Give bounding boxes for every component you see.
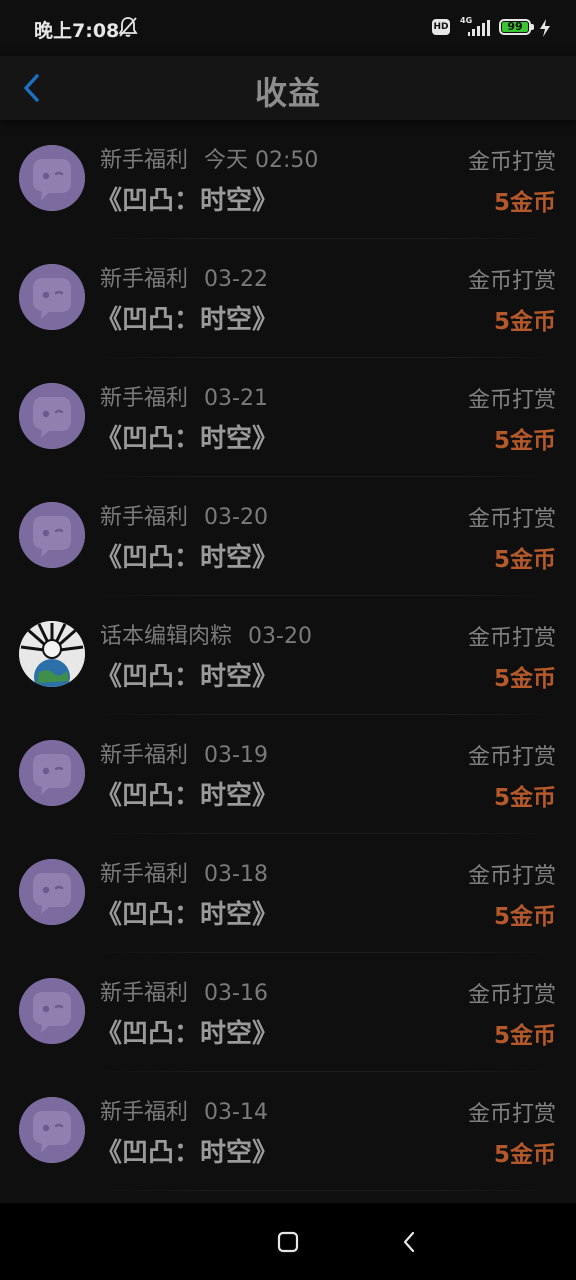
chat-bot-icon xyxy=(19,859,85,925)
row-divider xyxy=(96,1190,556,1191)
chat-bot-icon xyxy=(19,502,85,568)
work-title: 《凹凸：时空》 xyxy=(96,186,279,216)
top-app-bar: 收益 xyxy=(0,56,576,120)
square-home-icon[interactable] xyxy=(277,1231,299,1253)
earning-record-row-2[interactable]: 新手福利 03-22 《凹凸：时空》 金币打赏 5金币 xyxy=(0,239,576,358)
reward-type: 金币打赏 xyxy=(467,150,556,175)
record-date: 03-21 xyxy=(204,386,268,411)
signal-icon xyxy=(468,20,490,36)
reward-amount: 5金币 xyxy=(493,547,556,573)
reward-type: 金币打赏 xyxy=(467,507,556,532)
record-date: 03-14 xyxy=(204,1100,268,1125)
reward-amount: 5金币 xyxy=(493,1023,556,1049)
sender-name: 新手福利 xyxy=(100,505,189,530)
chat-bot-avatar[interactable] xyxy=(19,740,85,806)
sender-name: 新手福利 xyxy=(100,148,189,173)
chat-bot-avatar[interactable] xyxy=(19,383,85,449)
reward-amount: 5金币 xyxy=(493,785,556,811)
chat-bot-avatar[interactable] xyxy=(19,978,85,1044)
chat-bot-avatar[interactable] xyxy=(19,859,85,925)
reward-amount: 5金币 xyxy=(493,190,556,216)
status-time: 晚上7:08 xyxy=(34,20,120,42)
work-title: 《凹凸：时空》 xyxy=(96,781,279,811)
record-date: 03-16 xyxy=(204,981,268,1006)
reward-type: 金币打赏 xyxy=(467,626,556,651)
record-meta: 新手福利 03-16 xyxy=(100,975,268,1007)
earning-record-row-1[interactable]: 新手福利 今天 02:50 《凹凸：时空》 金币打赏 5金币 xyxy=(0,120,576,239)
bell-off-icon xyxy=(118,17,138,37)
chat-bot-icon xyxy=(19,740,85,806)
sender-name: 新手福利 xyxy=(100,386,189,411)
sender-name: 话本编辑肉粽 xyxy=(100,624,233,649)
earning-record-row-9[interactable]: 新手福利 03-14 《凹凸：时空》 金币打赏 5金币 xyxy=(0,1072,576,1191)
earning-record-row-4[interactable]: 新手福利 03-20 《凹凸：时空》 金币打赏 5金币 xyxy=(0,477,576,596)
record-date: 03-20 xyxy=(204,505,268,530)
work-title: 《凹凸：时空》 xyxy=(96,1019,279,1049)
reward-type: 金币打赏 xyxy=(467,388,556,413)
work-title: 《凹凸：时空》 xyxy=(96,1138,279,1168)
sender-name: 新手福利 xyxy=(100,743,189,768)
record-meta: 新手福利 今天 02:50 xyxy=(100,142,318,174)
reward-amount: 5金币 xyxy=(493,904,556,930)
reward-type: 金币打赏 xyxy=(467,1102,556,1127)
chat-bot-avatar[interactable] xyxy=(19,145,85,211)
work-title: 《凹凸：时空》 xyxy=(96,305,279,335)
record-meta: 新手福利 03-18 xyxy=(100,856,268,888)
record-date: 今天 02:50 xyxy=(204,148,319,173)
sender-name: 新手福利 xyxy=(100,1100,189,1125)
editor-photo-avatar[interactable] xyxy=(19,621,85,687)
chat-bot-icon xyxy=(19,1097,85,1163)
battery-level: 99 xyxy=(507,20,523,33)
chat-bot-avatar[interactable] xyxy=(19,264,85,330)
chat-bot-icon xyxy=(19,978,85,1044)
reward-amount: 5金币 xyxy=(493,666,556,692)
chat-bot-icon xyxy=(19,145,85,211)
chat-bot-avatar[interactable] xyxy=(19,1097,85,1163)
record-meta: 新手福利 03-19 xyxy=(100,737,268,769)
record-meta: 话本编辑肉粽 03-20 xyxy=(100,618,312,650)
charging-icon xyxy=(540,19,550,37)
sender-name: 新手福利 xyxy=(100,862,189,887)
reward-type: 金币打赏 xyxy=(467,983,556,1008)
record-meta: 新手福利 03-20 xyxy=(100,499,268,531)
reward-amount: 5金币 xyxy=(493,309,556,335)
editor-photo-icon xyxy=(19,621,85,687)
battery-icon: 99 xyxy=(499,19,531,35)
battery-cap xyxy=(531,24,534,30)
hd-badge: HD xyxy=(432,19,450,35)
work-title: 《凹凸：时空》 xyxy=(96,424,279,454)
record-meta: 新手福利 03-22 xyxy=(100,261,268,293)
earning-record-row-3[interactable]: 新手福利 03-21 《凹凸：时空》 金币打赏 5金币 xyxy=(0,358,576,477)
record-date: 03-22 xyxy=(204,267,268,292)
status-bar: 晚上7:08 HD 4G 99 xyxy=(0,0,576,56)
earning-record-row-6[interactable]: 新手福利 03-19 《凹凸：时空》 金币打赏 5金币 xyxy=(0,715,576,834)
record-date: 03-18 xyxy=(204,862,268,887)
reward-type: 金币打赏 xyxy=(467,745,556,770)
earnings-list: 新手福利 今天 02:50 《凹凸：时空》 金币打赏 5金币 新手福利 03-22 … xyxy=(0,120,576,1191)
sender-name: 新手福利 xyxy=(100,267,189,292)
reward-amount: 5金币 xyxy=(493,428,556,454)
chat-bot-icon xyxy=(19,383,85,449)
record-meta: 新手福利 03-14 xyxy=(100,1094,268,1126)
nav-back-icon[interactable] xyxy=(400,1230,418,1254)
record-date: 03-20 xyxy=(248,624,312,649)
earnings-screen: 晚上7:08 HD 4G 99 收益 新手福利 今天 02:50 《凹凸：时空》… xyxy=(0,0,576,1280)
reward-amount: 5金币 xyxy=(493,1142,556,1168)
work-title: 《凹凸：时空》 xyxy=(96,543,279,573)
work-title: 《凹凸：时空》 xyxy=(96,900,279,930)
system-nav-bar xyxy=(0,1203,576,1280)
sender-name: 新手福利 xyxy=(100,981,189,1006)
page-title: 收益 xyxy=(254,74,321,112)
chat-bot-avatar[interactable] xyxy=(19,502,85,568)
record-meta: 新手福利 03-21 xyxy=(100,380,268,412)
chat-bot-icon xyxy=(19,264,85,330)
record-date: 03-19 xyxy=(204,743,268,768)
work-title: 《凹凸：时空》 xyxy=(96,662,279,692)
earning-record-row-5[interactable]: 话本编辑肉粽 03-20 《凹凸：时空》 金币打赏 5金币 xyxy=(0,596,576,715)
reward-type: 金币打赏 xyxy=(467,864,556,889)
earning-record-row-8[interactable]: 新手福利 03-16 《凹凸：时空》 金币打赏 5金币 xyxy=(0,953,576,1072)
earning-record-row-7[interactable]: 新手福利 03-18 《凹凸：时空》 金币打赏 5金币 xyxy=(0,834,576,953)
reward-type: 金币打赏 xyxy=(467,269,556,294)
